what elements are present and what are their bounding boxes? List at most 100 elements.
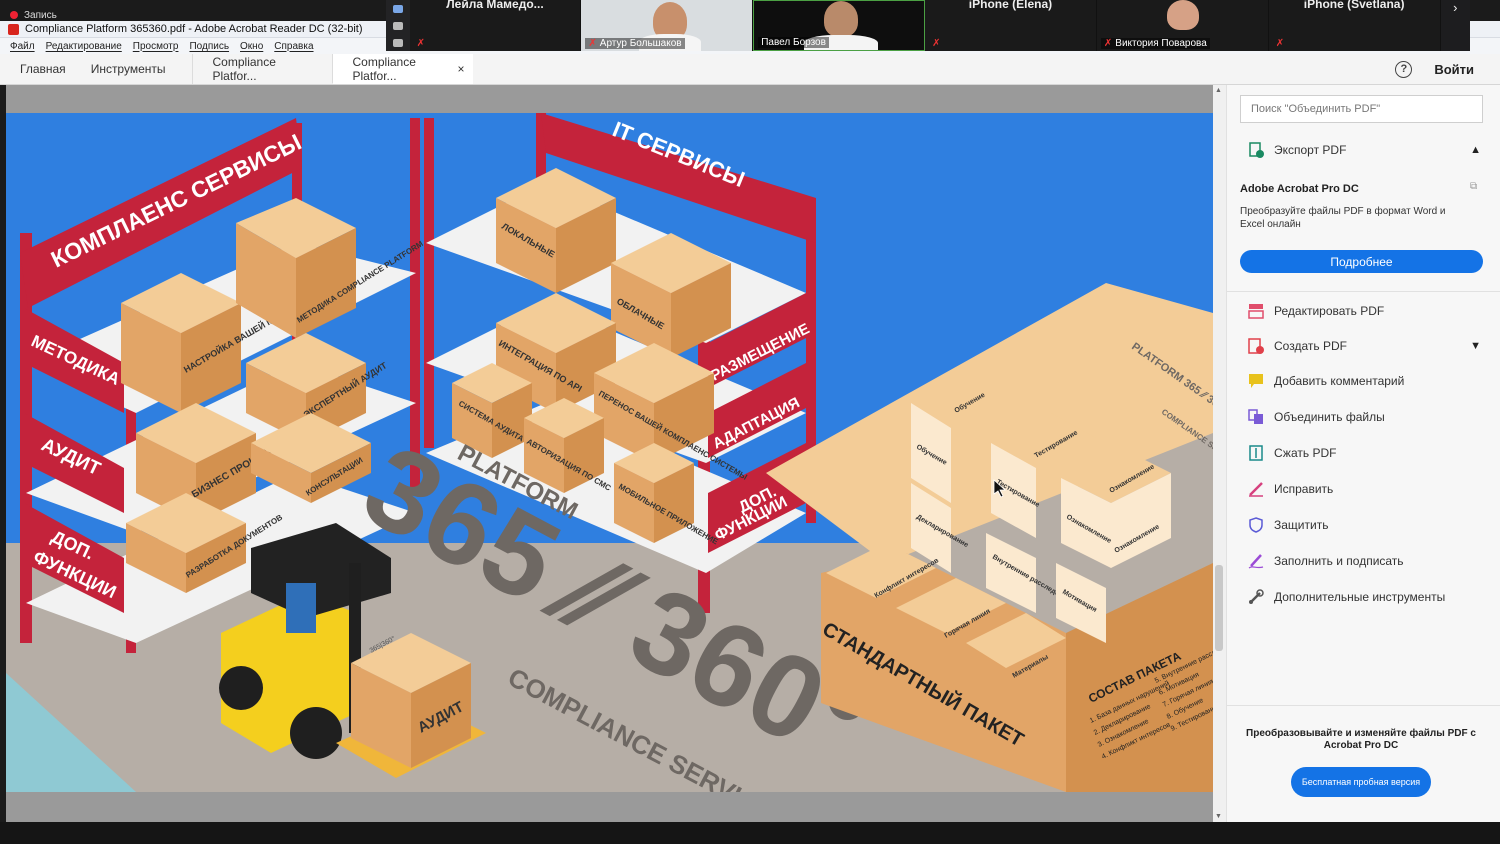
participant-name: iPhone (Elena): [968, 0, 1053, 11]
export-pdf-tool[interactable]: Экспорт PDF ▲: [1247, 138, 1487, 162]
participant-tile[interactable]: ✗ Виктория Поварова: [1096, 0, 1269, 51]
combine-files-label: Объединить файлы: [1274, 410, 1385, 424]
export-pdf-icon: [1247, 141, 1265, 159]
login-button[interactable]: Войти: [1434, 54, 1474, 84]
help-icon[interactable]: ?: [1395, 60, 1413, 78]
free-trial-button[interactable]: Бесплатная пробная версия: [1291, 767, 1431, 797]
pro-upsell-text: Преобразовывайте и изменяйте файлы PDF с…: [1246, 728, 1476, 751]
comment-icon: [1247, 372, 1265, 390]
add-comment-label: Добавить комментарий: [1274, 374, 1405, 388]
participant-tile[interactable]: Павел Борзов: [753, 0, 926, 51]
document-scrollbar[interactable]: ▲ ▼: [1213, 85, 1226, 822]
create-pdf-label: Создать PDF: [1274, 339, 1347, 353]
muted-mic-icon: ✗: [416, 38, 425, 49]
tab-home[interactable]: Главная: [0, 54, 79, 84]
tools-panel: Поиск "Объединить PDF" Экспорт PDF ▲ Ado…: [1226, 85, 1500, 822]
menu-sign[interactable]: Подпись: [189, 41, 229, 52]
participant-label-text: Павел Борзов: [761, 37, 826, 48]
document-viewer[interactable]: КОМПЛАЕНС СЕРВИСЫ МЕТОДИКА АУДИТ ДОП. ФУ…: [6, 85, 1213, 822]
combine-files-tool[interactable]: Объединить файлы: [1247, 405, 1487, 429]
pdf-page: КОМПЛАЕНС СЕРВИСЫ МЕТОДИКА АУДИТ ДОП. ФУ…: [6, 113, 1213, 792]
chevron-up-icon[interactable]: ▲: [1470, 144, 1481, 156]
shield-icon: [1247, 516, 1265, 534]
participant-tile[interactable]: Лейла Мамедо... ✗: [409, 0, 582, 51]
copy-icon[interactable]: ⧉: [1470, 181, 1482, 193]
menu-view[interactable]: Просмотр: [133, 41, 179, 52]
participant-label-text: Артур Большаков: [599, 38, 682, 49]
protect-tool[interactable]: Защитить: [1247, 513, 1487, 537]
compress-pdf-icon: [1247, 444, 1265, 462]
participant-label-text: Виктория Поварова: [1115, 38, 1207, 49]
participant-tile[interactable]: iPhone (Elena) ✗: [925, 0, 1097, 51]
participant-label: Павел Борзов: [758, 37, 829, 48]
menu-help[interactable]: Справка: [274, 41, 313, 52]
fix-pen-icon: [1247, 480, 1265, 498]
tab-bar: Главная Инструменты Compliance Platfor..…: [0, 54, 1500, 85]
scroll-down-icon[interactable]: ▼: [1215, 813, 1222, 820]
tools-search-input[interactable]: Поиск "Объединить PDF": [1240, 95, 1483, 123]
protect-label: Защитить: [1274, 518, 1329, 532]
more-tools-icon: [1247, 588, 1265, 606]
taskbar-strip: [0, 822, 1500, 844]
tab-spacer: [473, 54, 1396, 84]
forklift-driver: [286, 583, 316, 633]
acrobat-app-icon: [8, 23, 19, 35]
video-side-controls: [386, 0, 410, 51]
warehouse-illustration: КОМПЛАЕНС СЕРВИСЫ МЕТОДИКА АУДИТ ДОП. ФУ…: [6, 113, 1213, 792]
participant-name: Лейла Мамедо...: [446, 0, 544, 11]
compress-pdf-tool[interactable]: Сжать PDF: [1247, 441, 1487, 465]
forklift-wheel: [290, 707, 342, 759]
menu-file[interactable]: Файл: [10, 41, 35, 52]
recording-indicator: Запись: [0, 8, 390, 22]
fill-sign-tool[interactable]: Заполнить и подписать: [1247, 549, 1487, 573]
close-tab-icon[interactable]: ×: [458, 62, 465, 76]
edit-pdf-label: Редактировать PDF: [1274, 304, 1385, 318]
panel-divider: [1227, 291, 1500, 292]
add-comment-tool[interactable]: Добавить комментарий: [1247, 369, 1487, 393]
video-conference-strip: Лейла Мамедо... ✗ ✗ Артур Большаков Павел…: [386, 0, 1470, 51]
menu-edit[interactable]: Редактирование: [46, 41, 122, 52]
muted-mic-icon: ✗: [932, 38, 941, 49]
next-participants-icon[interactable]: ›: [1441, 0, 1470, 51]
edit-pdf-icon: [1247, 302, 1265, 320]
tab-document-1-label: Compliance Platfor...: [212, 55, 276, 83]
participant-label: ✗: [1273, 38, 1290, 49]
window-title: Compliance Platform 365360.pdf - Adobe A…: [25, 23, 363, 35]
fix-tool[interactable]: Исправить: [1247, 477, 1487, 501]
promo-description: Преобразуйте файлы PDF в формат Word и E…: [1240, 206, 1446, 230]
grid-view-icon[interactable]: [392, 21, 403, 30]
more-tools-label: Дополнительные инструменты: [1274, 590, 1446, 604]
participant-name: iPhone (Svetlana): [1303, 0, 1405, 11]
participant-face: [1166, 0, 1199, 30]
fill-sign-icon: [1247, 552, 1265, 570]
participant-face: [824, 1, 859, 37]
tab-document-1[interactable]: Compliance Platfor...: [191, 54, 332, 84]
muted-mic-icon: ✗: [588, 38, 597, 49]
participant-label: ✗ Виктория Поварова: [1100, 38, 1210, 49]
promo-title: Adobe Acrobat Pro DC: [1240, 183, 1359, 195]
learn-more-button[interactable]: Подробнее: [1240, 250, 1483, 273]
create-pdf-icon: [1247, 337, 1265, 355]
tab-tools[interactable]: Инструменты: [79, 54, 192, 84]
recording-label: Запись: [24, 9, 57, 21]
participant-tile[interactable]: ✗ Артур Большаков: [581, 0, 754, 51]
menu-window[interactable]: Окно: [240, 41, 263, 52]
participant-label: ✗: [929, 38, 946, 49]
fill-sign-label: Заполнить и подписать: [1274, 554, 1404, 568]
speaker-view-icon[interactable]: [392, 4, 403, 13]
create-pdf-tool[interactable]: Создать PDF ▼: [1247, 334, 1487, 358]
screen: Запись Compliance Platform 365360.pdf - …: [0, 0, 1500, 844]
panel-divider: [1227, 705, 1500, 706]
record-dot-icon: [10, 11, 18, 19]
edit-pdf-tool[interactable]: Редактировать PDF: [1247, 299, 1487, 323]
share-view-icon[interactable]: [392, 38, 403, 47]
scrollbar-thumb[interactable]: [1215, 565, 1223, 651]
export-pdf-label: Экспорт PDF: [1274, 143, 1347, 157]
participant-label: ✗: [414, 38, 431, 49]
tab-document-2[interactable]: Compliance Platfor... ×: [331, 54, 473, 84]
participant-tile[interactable]: iPhone (Svetlana) ✗: [1268, 0, 1441, 51]
more-tools-tool[interactable]: Дополнительные инструменты: [1247, 585, 1487, 609]
participant-label: ✗ Артур Большаков: [585, 38, 685, 49]
chevron-down-icon[interactable]: ▼: [1470, 340, 1481, 352]
scroll-up-icon[interactable]: ▲: [1215, 87, 1222, 94]
